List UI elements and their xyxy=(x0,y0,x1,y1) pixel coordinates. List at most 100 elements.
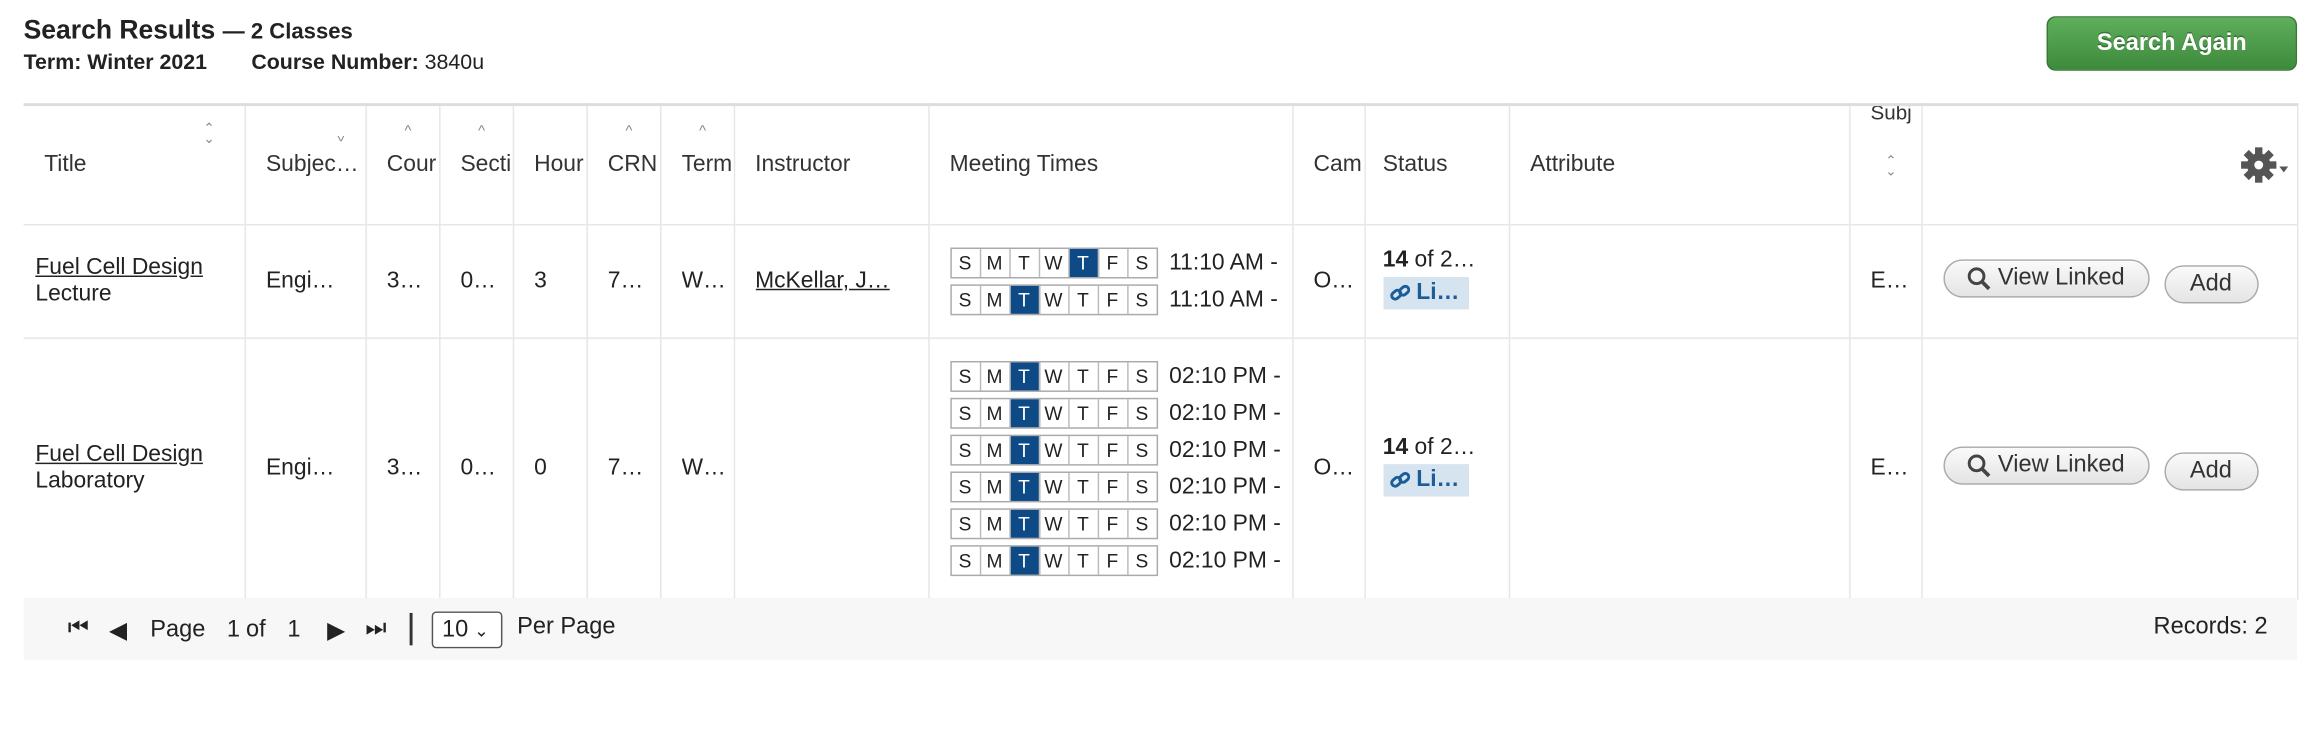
sort-icon: ^ xyxy=(625,123,633,140)
col-meeting-times[interactable]: Meeting Times xyxy=(928,104,1293,226)
page-label: Page xyxy=(150,617,206,643)
term-cell: W… xyxy=(681,455,726,481)
weekday-cell: M xyxy=(981,546,1011,575)
view-linked-button[interactable]: View Linked xyxy=(1942,446,2149,485)
sort-icon: ^ xyxy=(699,123,707,140)
col-section[interactable]: Secti ^ xyxy=(439,104,514,226)
col-attribute[interactable]: Attribute xyxy=(1508,104,1850,226)
meeting-time-line: S M T W T F S 02:10 PM - xyxy=(949,395,1291,432)
weekday-cell: F xyxy=(1098,399,1128,428)
status-cell: 14 of 2… Li… xyxy=(1364,224,1510,339)
meeting-time: 02:10 PM - xyxy=(1169,510,1281,536)
weekday-cell: S xyxy=(1135,402,1149,425)
schedule-type: Lecture xyxy=(35,281,112,307)
col-hours[interactable]: Hour xyxy=(512,104,588,226)
current-page[interactable]: 1 xyxy=(227,617,240,644)
col-status[interactable]: Status xyxy=(1364,104,1510,226)
instructor-link[interactable]: McKellar, J… xyxy=(755,268,927,295)
col-actions xyxy=(1921,104,2298,226)
weekday-cell: S xyxy=(951,249,981,277)
col-subject-2[interactable]: Subj ⌃ ⌄ xyxy=(1849,104,1923,226)
meeting-time: 02:10 PM - xyxy=(1169,436,1281,462)
seats-available: 14 xyxy=(1382,247,1409,273)
weekday-cell: W xyxy=(1039,399,1069,428)
subject-2-cell: E… xyxy=(1870,268,1909,294)
add-button[interactable]: Add xyxy=(2163,265,2258,304)
link-icon xyxy=(1389,471,1410,488)
meeting-time: 11:10 AM - xyxy=(1169,249,1278,275)
weekday-cell: W xyxy=(1039,436,1069,465)
results-count: — 2 Classes xyxy=(222,19,353,45)
gear-icon[interactable] xyxy=(2240,144,2290,193)
col-instructor[interactable]: Instructor xyxy=(733,104,929,226)
schedule-type: Laboratory xyxy=(35,468,145,494)
weekday-cell: T xyxy=(1069,436,1099,465)
course-cell: 3… xyxy=(386,455,423,481)
weekday-cell: T xyxy=(1069,399,1099,428)
weekday-grid: SMTWTFS xyxy=(949,397,1158,429)
next-page-icon[interactable]: ▶ xyxy=(327,616,345,645)
weekday-cell: S xyxy=(1135,365,1149,388)
meeting-time: 02:10 PM - xyxy=(1169,547,1281,573)
weekday-cell: F xyxy=(1098,472,1128,501)
weekday-cell: S xyxy=(1135,512,1149,535)
course-title-link[interactable]: Fuel Cell Design xyxy=(35,442,203,467)
campus-cell: O… xyxy=(1313,455,1355,481)
table-row[interactable]: Fuel Cell Design Lecture Engi… 3… 0… 3 7… xyxy=(23,224,2298,339)
weekday-cell: S xyxy=(1135,251,1149,275)
weekday-cell: T xyxy=(1069,472,1099,501)
linked-badge[interactable]: Li… xyxy=(1382,276,1469,310)
sort-icon[interactable]: ⌃ ⌄ xyxy=(203,122,214,146)
weekday-cell: W xyxy=(1039,509,1069,538)
pagination-bar: ⏮ ◀ Page 1 of 1 ▶ ⏭ 10 ⌄ Per Page Record… xyxy=(23,598,2298,661)
weekday-cell: S xyxy=(1135,549,1149,572)
weekday-cell: T xyxy=(1010,546,1040,575)
linked-badge[interactable]: Li… xyxy=(1382,464,1469,497)
sort-icon: ^ xyxy=(404,123,412,140)
weekday-cell: T xyxy=(1069,546,1099,575)
weekday-cell: F xyxy=(1098,249,1128,277)
col-title[interactable]: Title ⌃ ⌄ xyxy=(23,104,246,226)
weekday-cell: T xyxy=(1010,285,1040,314)
add-button[interactable]: Add xyxy=(2163,452,2258,491)
weekday-grid: SMTWTFS xyxy=(949,434,1158,466)
col-course[interactable]: Cour ^ xyxy=(365,104,440,226)
weekday-cell: S xyxy=(951,362,981,391)
col-subject[interactable]: Subject D ^ xyxy=(244,104,367,226)
total-pages: 1 xyxy=(287,617,301,643)
weekday-cell: S xyxy=(1135,439,1149,462)
last-page-icon[interactable]: ⏭ xyxy=(365,616,386,643)
col-campus[interactable]: Cam xyxy=(1292,104,1366,226)
weekday-cell: W xyxy=(1039,362,1069,391)
weekday-cell: S xyxy=(951,509,981,538)
prev-page-icon[interactable]: ◀ xyxy=(109,616,127,645)
weekday-cell: T xyxy=(1010,509,1040,538)
crn-cell: 7… xyxy=(607,268,644,294)
view-linked-button[interactable]: View Linked xyxy=(1942,259,2149,298)
weekday-cell: T xyxy=(1010,362,1040,391)
table-row[interactable]: Fuel Cell Design Laboratory Engi… 3… 0… … xyxy=(23,338,2298,600)
weekday-cell: W xyxy=(1039,472,1069,501)
sort-icon[interactable]: ⌃ ⌄ xyxy=(1885,154,1896,178)
weekday-cell: T xyxy=(1069,285,1099,314)
meeting-time-line: S M T W T F S 11:10 AM - xyxy=(949,245,1291,282)
course-cell: 3… xyxy=(386,268,423,294)
weekday-grid: SMTWTFS xyxy=(949,247,1158,279)
per-page-select[interactable]: 10 ⌄ xyxy=(431,611,503,649)
col-crn[interactable]: CRN ^ xyxy=(586,104,661,226)
meeting-time-line: S M T W T F S 02:10 PM - xyxy=(949,542,1291,579)
course-title-link[interactable]: Fuel Cell Design xyxy=(35,255,203,280)
weekday-cell: W xyxy=(1039,285,1069,314)
meeting-time-line: S M T W T F S 02:10 PM - xyxy=(949,432,1291,469)
hours-cell: 3 xyxy=(534,268,547,294)
meeting-time: 11:10 AM - xyxy=(1169,286,1278,312)
first-page-icon[interactable]: ⏮ xyxy=(68,616,89,643)
search-again-button[interactable]: Search Again xyxy=(2046,16,2298,71)
meeting-time: 02:10 PM - xyxy=(1169,400,1281,426)
col-term[interactable]: Term ^ xyxy=(660,104,735,226)
weekday-cell: T xyxy=(1068,249,1099,277)
seats-available: 14 xyxy=(1382,434,1409,460)
weekday-cell: T xyxy=(1069,362,1099,391)
weekday-cell: M xyxy=(981,509,1011,538)
section-cell: 0… xyxy=(460,455,496,481)
